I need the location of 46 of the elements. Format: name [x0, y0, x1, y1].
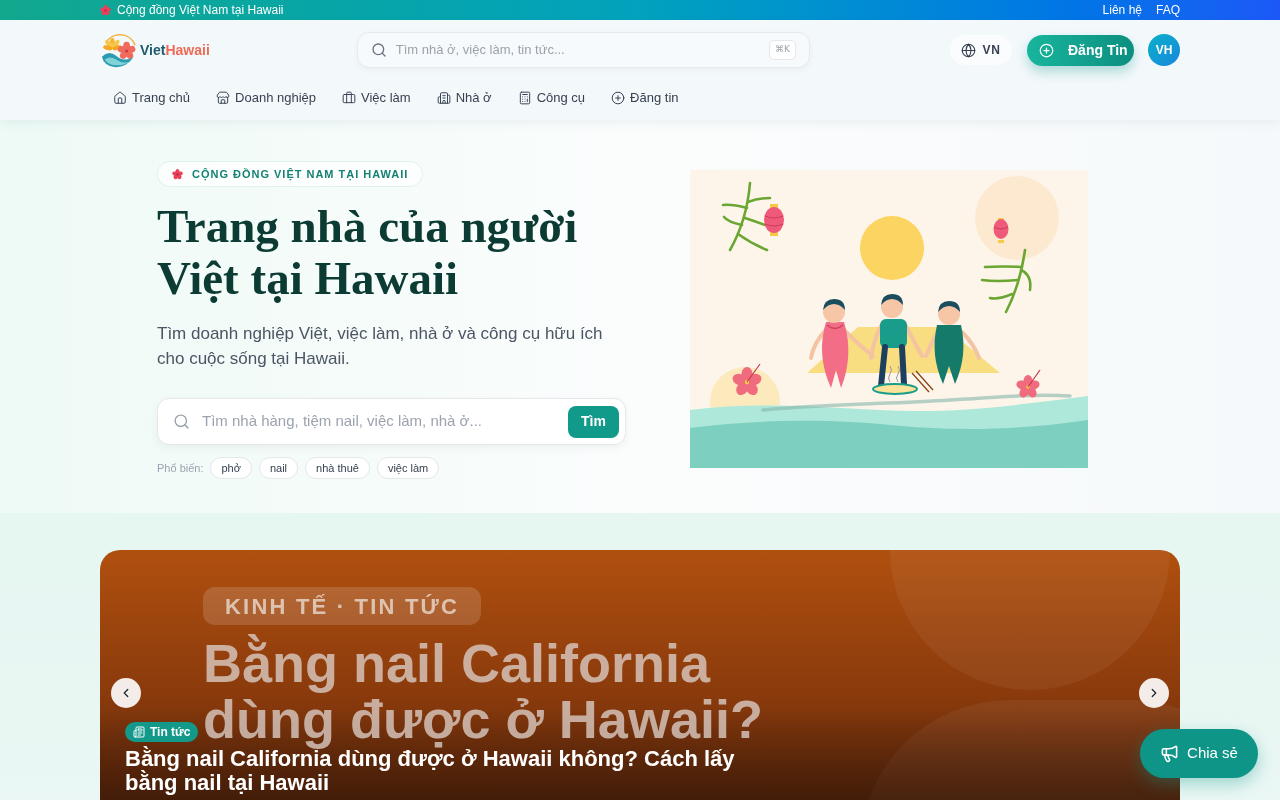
post-button[interactable]: Đăng Tin	[1027, 34, 1134, 66]
store-icon	[216, 91, 231, 105]
next-slide-button[interactable]	[1139, 678, 1169, 708]
search-icon	[173, 413, 190, 430]
nav-link[interactable]: Doanh nghiệp	[203, 82, 330, 114]
plus-circle-icon	[611, 91, 626, 105]
cover-tag: KINH TẾ · TIN TỨC	[203, 587, 482, 625]
calculator-icon	[517, 91, 532, 105]
language-button[interactable]: VN	[950, 35, 1012, 65]
globe-icon	[961, 42, 977, 58]
site-logo[interactable]: VietHawaii	[100, 30, 210, 70]
top-bar-text: Cộng đồng Việt Nam tại Hawaii	[117, 2, 284, 19]
search-submit-button[interactable]: Tìm	[568, 405, 619, 438]
hibiscus-icon	[172, 168, 183, 180]
hero-search-field[interactable]: Tìm nhà hàng, tiệm nail, việc làm, nhà ở... Tìm	[157, 398, 626, 445]
popular-tag[interactable]: nhà thuê	[305, 457, 370, 479]
badge-text: CỘNG ĐỒNG VIỆT NAM TẠI HAWAII	[192, 166, 409, 183]
hibiscus-icon	[100, 4, 111, 16]
popular-tag[interactable]: việc làm	[376, 457, 440, 479]
top-bar-link[interactable]: Liên hệ	[1102, 1, 1142, 19]
shortcut-hint: ⌘K	[768, 40, 796, 60]
share-button[interactable]: Chia sẻ	[1140, 729, 1258, 778]
megaphone-icon	[1160, 744, 1180, 763]
briefcase-icon	[342, 91, 357, 105]
nav-link[interactable]: Công cụ	[504, 82, 599, 114]
building-icon	[436, 91, 451, 105]
cover-title: Bằng nail California dùng được ở Hawaii?	[203, 635, 764, 747]
nav-link[interactable]: Đăng tin	[598, 82, 692, 114]
home-icon	[113, 91, 127, 105]
hero-subtitle: Tìm doanh nghiệp Việt, việc làm, nhà ở và công cụ hữu ích cho cuộc sống tại Hawaii.	[157, 323, 604, 370]
logo-text: VietHawaii	[140, 40, 210, 60]
popular-tag[interactable]: nail	[258, 457, 299, 479]
hero-title: Trang nhà của người Việt tại Hawaii	[157, 200, 579, 304]
nav-link[interactable]: Nhà ở	[423, 82, 505, 114]
search-placeholder: Tìm nhà ở, việc làm, tin tức...	[395, 41, 565, 60]
previous-slide-button[interactable]	[111, 678, 141, 708]
nav-link[interactable]: Việc làm	[329, 82, 424, 114]
category-badge: Tin tức	[125, 722, 199, 742]
nav-link[interactable]: Trang chủ	[100, 82, 204, 114]
plus-circle-icon	[1039, 42, 1054, 58]
popular-label: Phổ biến:	[157, 460, 204, 476]
top-bar-link[interactable]: FAQ	[1156, 1, 1180, 19]
newspaper-icon	[133, 726, 145, 738]
search-placeholder: Tìm nhà hàng, tiệm nail, việc làm, nhà ở...	[202, 411, 482, 432]
popular-tag[interactable]: phở	[210, 457, 252, 479]
search-icon	[370, 42, 387, 58]
